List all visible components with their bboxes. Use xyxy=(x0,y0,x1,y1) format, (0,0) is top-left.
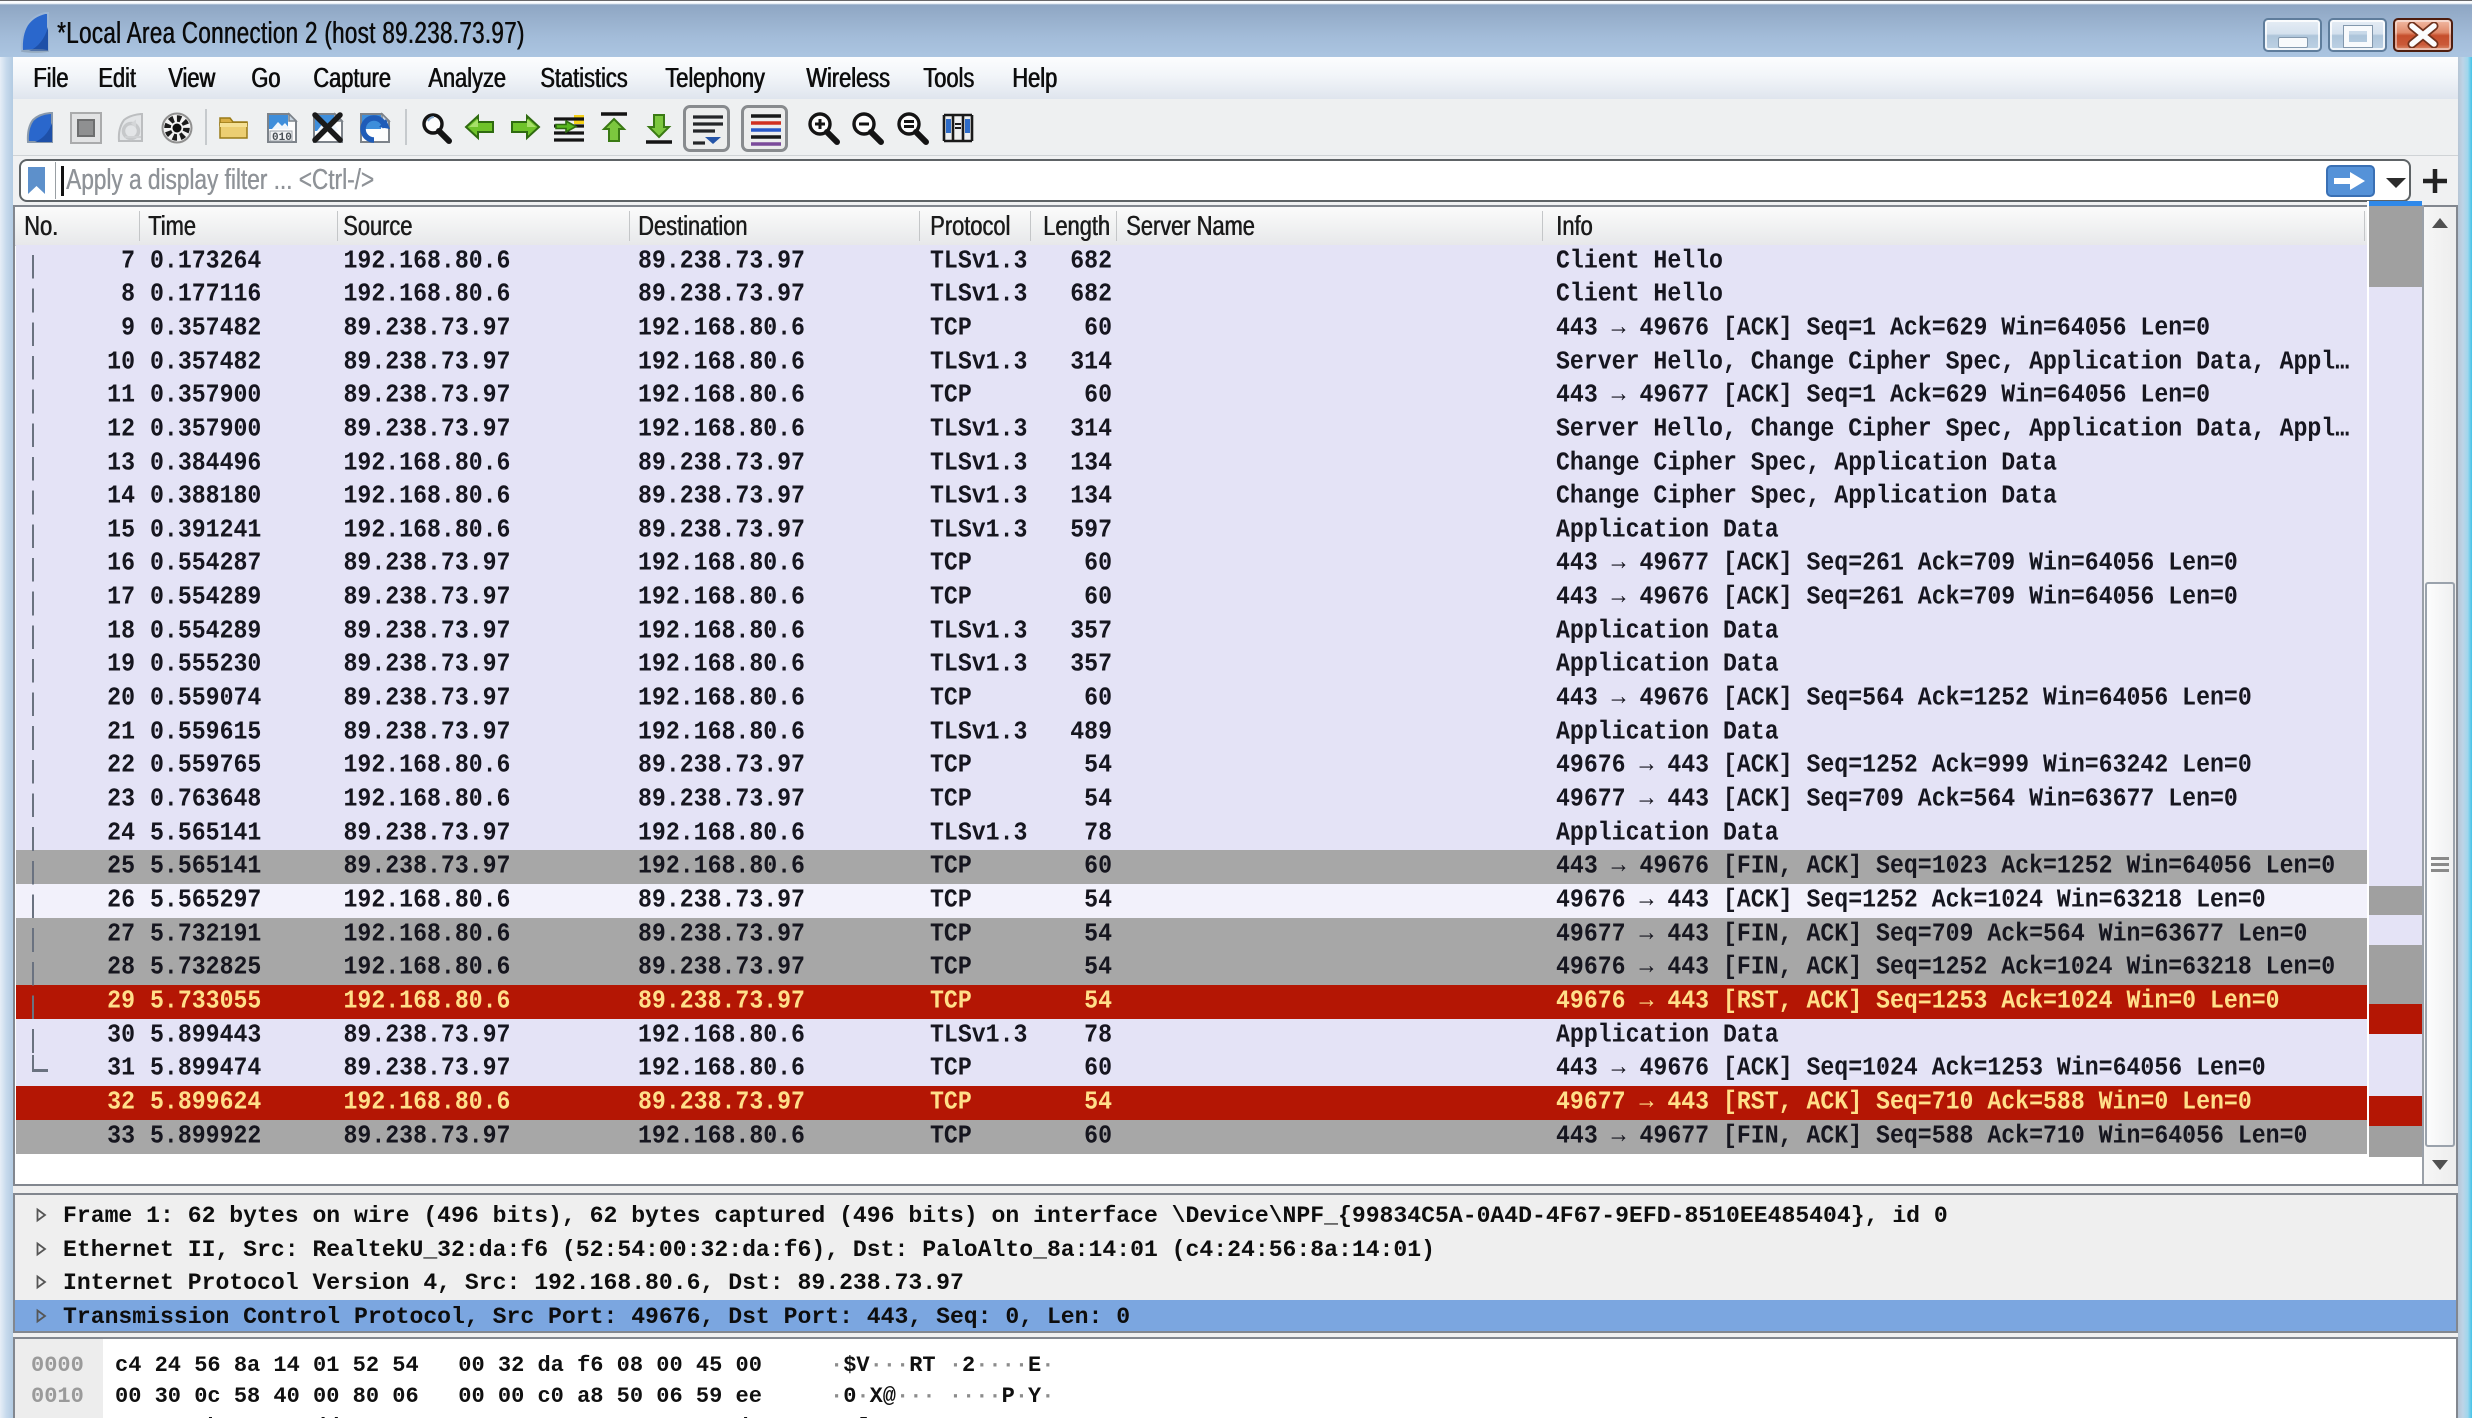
svg-text:010: 010 xyxy=(272,132,292,144)
